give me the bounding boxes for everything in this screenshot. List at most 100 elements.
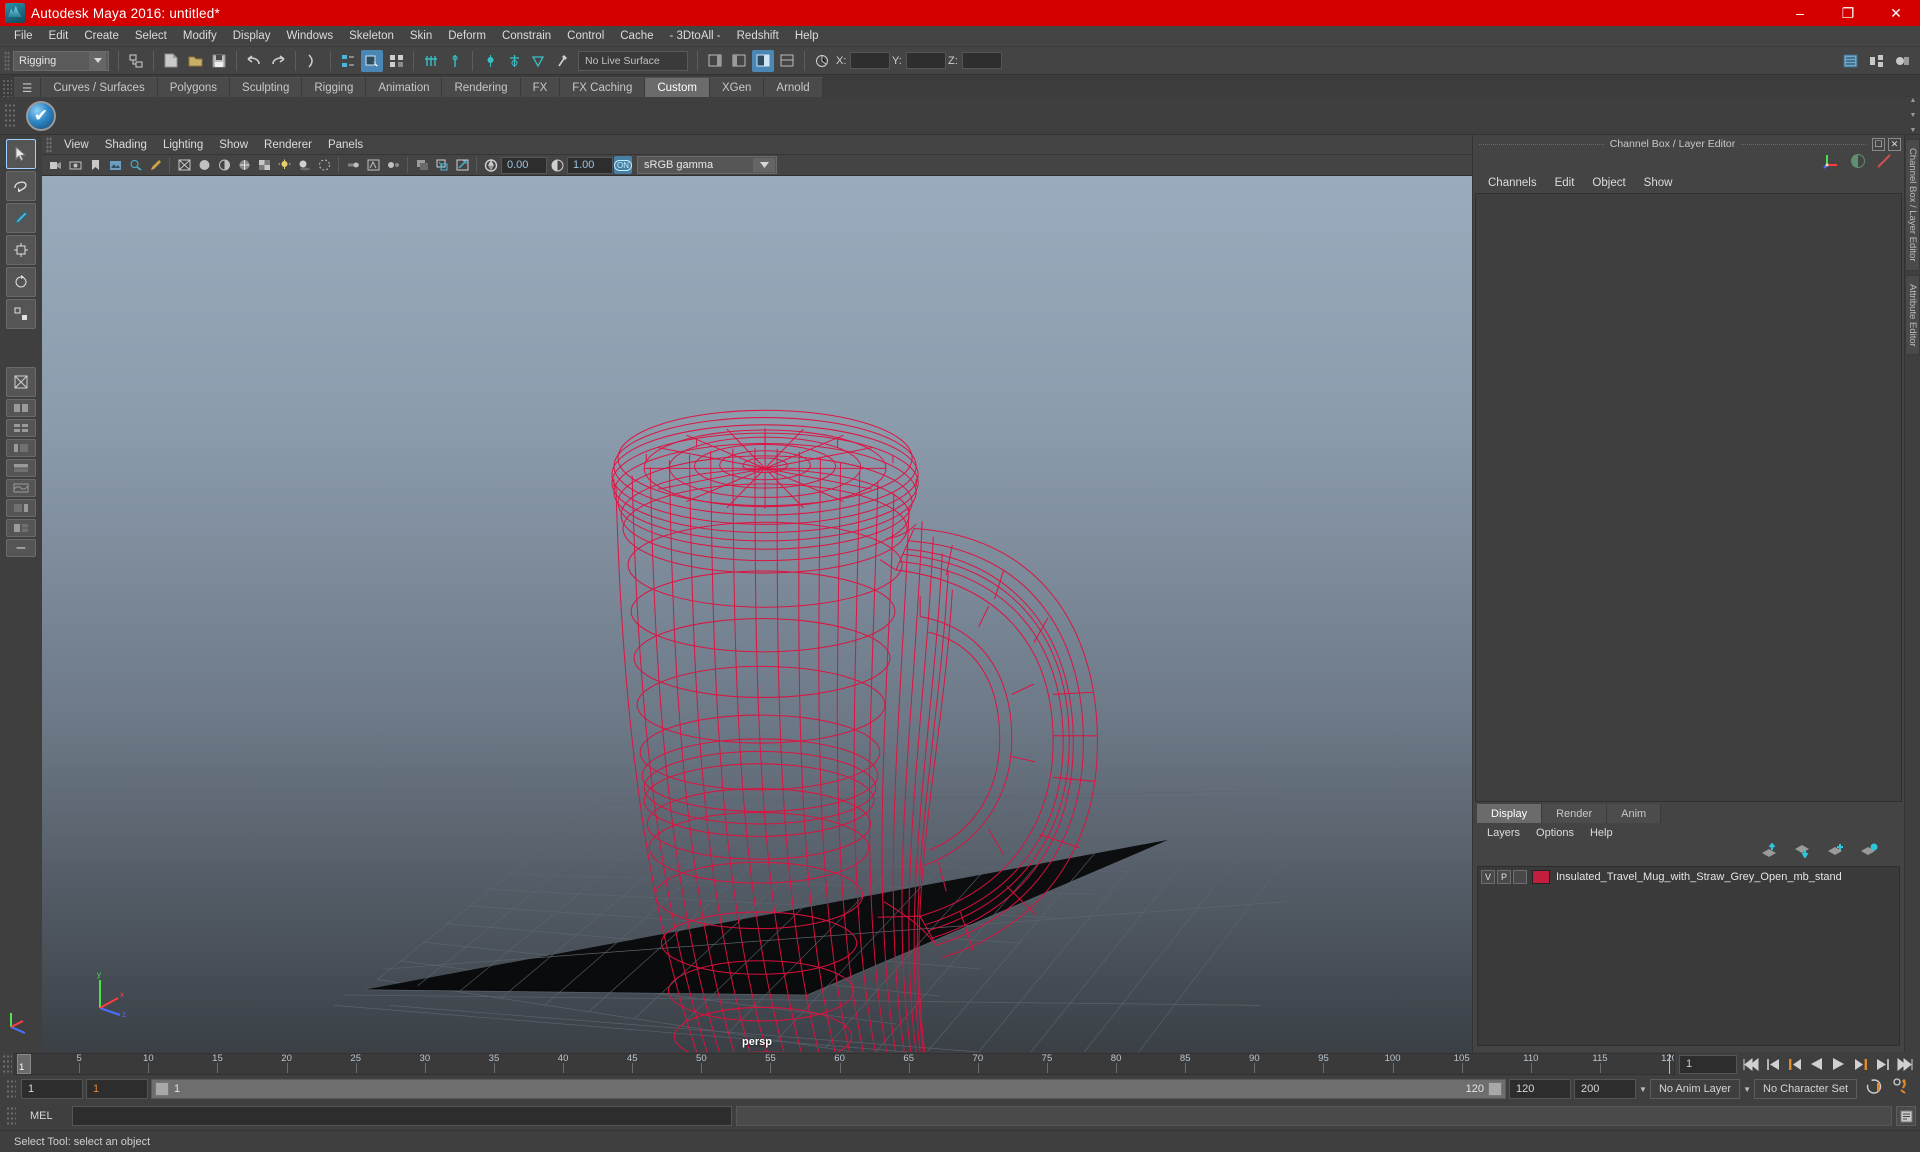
shelf-tab-arnold[interactable]: Arnold (764, 77, 823, 97)
viewport-menu-shading[interactable]: Shading (97, 137, 155, 153)
close-button[interactable]: ✕ (1872, 0, 1920, 26)
shelf-scroll-down-icon[interactable]: ▼ (1910, 112, 1917, 119)
gamma-value-field[interactable]: 1.00 (567, 156, 613, 174)
exposure-value-field[interactable]: 0.00 (501, 156, 547, 174)
play-forwards-icon[interactable] (1829, 1055, 1848, 1074)
isolate-select-icon[interactable] (413, 156, 431, 174)
menu-constrain[interactable]: Constrain (494, 28, 559, 44)
sidetab-channel-box-layer-editor[interactable]: Channel Box / Layer Editor (1905, 139, 1920, 271)
script-editor-icon[interactable] (1896, 1106, 1916, 1126)
viewport-menu-view[interactable]: View (56, 137, 97, 153)
select-by-hierarchy-icon[interactable] (125, 50, 147, 72)
texture-display-icon[interactable] (255, 156, 273, 174)
shelf-scroll-up-icon[interactable]: ▲ (1910, 97, 1917, 104)
paint-select-tool-icon[interactable] (6, 203, 36, 233)
live-surface-field[interactable]: No Live Surface (578, 50, 688, 71)
viewport-menu-grip[interactable] (46, 136, 52, 153)
select-object-mode-icon[interactable] (361, 49, 383, 72)
character-set-label[interactable]: No Character Set (1754, 1079, 1857, 1099)
channel-menu-show[interactable]: Show (1635, 175, 1682, 191)
auto-keyframe-icon[interactable] (1866, 1078, 1884, 1100)
time-slider[interactable]: 1 5 10 15 20 25 30 35 40 45 50 55 60 65 70 75 80 85 90 95 10… (14, 1053, 1675, 1075)
menu-skeleton[interactable]: Skeleton (341, 28, 402, 44)
command-input[interactable] (72, 1106, 732, 1126)
menu-skin[interactable]: Skin (402, 28, 440, 44)
persp-outliner-layout-icon[interactable] (6, 499, 36, 517)
lasso-tool-icon[interactable] (6, 171, 36, 201)
shelf-tab-sculpting[interactable]: Sculpting (230, 77, 303, 97)
menu-select[interactable]: Select (127, 28, 175, 44)
range-end-handle[interactable] (1488, 1082, 1503, 1096)
layer-menu-help[interactable]: Help (1582, 826, 1621, 840)
command-language-label[interactable]: MEL (22, 1110, 68, 1122)
shelf-tab-xgen[interactable]: XGen (709, 77, 765, 97)
shelf-tab-rigging[interactable]: Rigging (302, 77, 367, 97)
select-hierarchy-mode-icon[interactable] (337, 50, 359, 72)
hide-panels-icon[interactable] (776, 50, 798, 72)
shadows-icon[interactable] (295, 156, 313, 174)
command-line-grip[interactable] (6, 1106, 16, 1126)
step-back-keyframe-icon[interactable] (1763, 1055, 1782, 1074)
playback-end-time-field[interactable]: 120 (1509, 1079, 1572, 1099)
menu-windows[interactable]: Windows (278, 28, 341, 44)
motion-blur-icon[interactable] (344, 156, 362, 174)
shelf-tab-polygons[interactable]: Polygons (157, 77, 231, 97)
animation-preferences-icon[interactable] (1892, 1078, 1910, 1100)
undock-icon[interactable]: ☐ (1872, 137, 1885, 151)
snap-to-curve-icon[interactable] (444, 50, 466, 72)
select-camera-icon[interactable] (46, 156, 64, 174)
chevron-down-icon[interactable]: ▼ (1743, 1085, 1751, 1094)
layer-shading-toggle[interactable] (1513, 869, 1527, 884)
step-forward-keyframe-icon[interactable] (1873, 1055, 1892, 1074)
shelf-tab-curves-surfaces[interactable]: Curves / Surfaces (41, 77, 158, 97)
save-scene-icon[interactable] (208, 50, 230, 72)
viewport-menu-panels[interactable]: Panels (320, 137, 371, 153)
wireframe-shading-icon[interactable] (175, 156, 193, 174)
character-set-selector[interactable]: ▼ No Character Set (1743, 1079, 1857, 1099)
select-tool-icon[interactable] (6, 139, 36, 169)
toolbar-grip[interactable] (4, 50, 10, 71)
grease-pencil-icon[interactable] (146, 156, 164, 174)
open-scene-icon[interactable] (184, 50, 206, 72)
shelf-tab-animation[interactable]: Animation (366, 77, 443, 97)
chevron-down-icon[interactable] (89, 51, 106, 70)
viewport-menu-renderer[interactable]: Renderer (256, 137, 320, 153)
layer-visibility-toggle[interactable]: V (1481, 869, 1495, 884)
coord-z-input[interactable] (962, 52, 1002, 69)
step-forward-frame-icon[interactable] (1851, 1055, 1870, 1074)
coord-y-input[interactable] (906, 52, 946, 69)
menu-cache[interactable]: Cache (612, 28, 661, 44)
gamma-icon[interactable] (548, 156, 566, 174)
range-start-handle[interactable] (155, 1082, 169, 1096)
current-frame-field[interactable]: 1 (1679, 1054, 1737, 1074)
maximize-button[interactable]: ❐ (1824, 0, 1872, 26)
render-view-icon[interactable] (811, 50, 833, 72)
two-d-pan-zoom-icon[interactable] (126, 156, 144, 174)
multisample-aa-icon[interactable] (364, 156, 382, 174)
snap-to-grid-icon[interactable] (420, 50, 442, 72)
move-layer-down-icon[interactable] (1793, 843, 1812, 863)
channel-box-content[interactable] (1475, 193, 1902, 802)
viewport-menu-lighting[interactable]: Lighting (155, 137, 211, 153)
smooth-shade-all-icon[interactable] (195, 156, 213, 174)
snap-to-point-icon[interactable] (479, 50, 501, 72)
menu-edit[interactable]: Edit (41, 28, 77, 44)
menu-help[interactable]: Help (787, 28, 827, 44)
wireframe-on-shaded-icon[interactable] (235, 156, 253, 174)
display-layer-list[interactable]: V P Insulated_Travel_Mug_with_Straw_Grey… (1477, 866, 1900, 1046)
menu-create[interactable]: Create (76, 28, 127, 44)
select-by-object-type-icon[interactable] (302, 50, 324, 72)
outliner-persp-layout-icon[interactable] (6, 439, 36, 457)
persp-graph-layout-icon[interactable] (6, 479, 36, 497)
chevron-down-icon[interactable] (753, 158, 775, 172)
shelf-grip[interactable] (2, 79, 12, 97)
undo-icon[interactable] (243, 50, 265, 72)
blue-checkmark-icon[interactable]: ✔ (26, 100, 56, 131)
open-node-editor-icon[interactable] (1865, 50, 1887, 72)
minimize-button[interactable]: – (1776, 0, 1824, 26)
menu-set-selector[interactable]: Rigging (13, 50, 109, 71)
manipulator-icon[interactable] (1823, 152, 1840, 174)
four-view-layout-icon[interactable] (6, 419, 36, 437)
shelf-tab-fx[interactable]: FX (520, 77, 561, 97)
move-layer-up-icon[interactable] (1760, 842, 1779, 863)
